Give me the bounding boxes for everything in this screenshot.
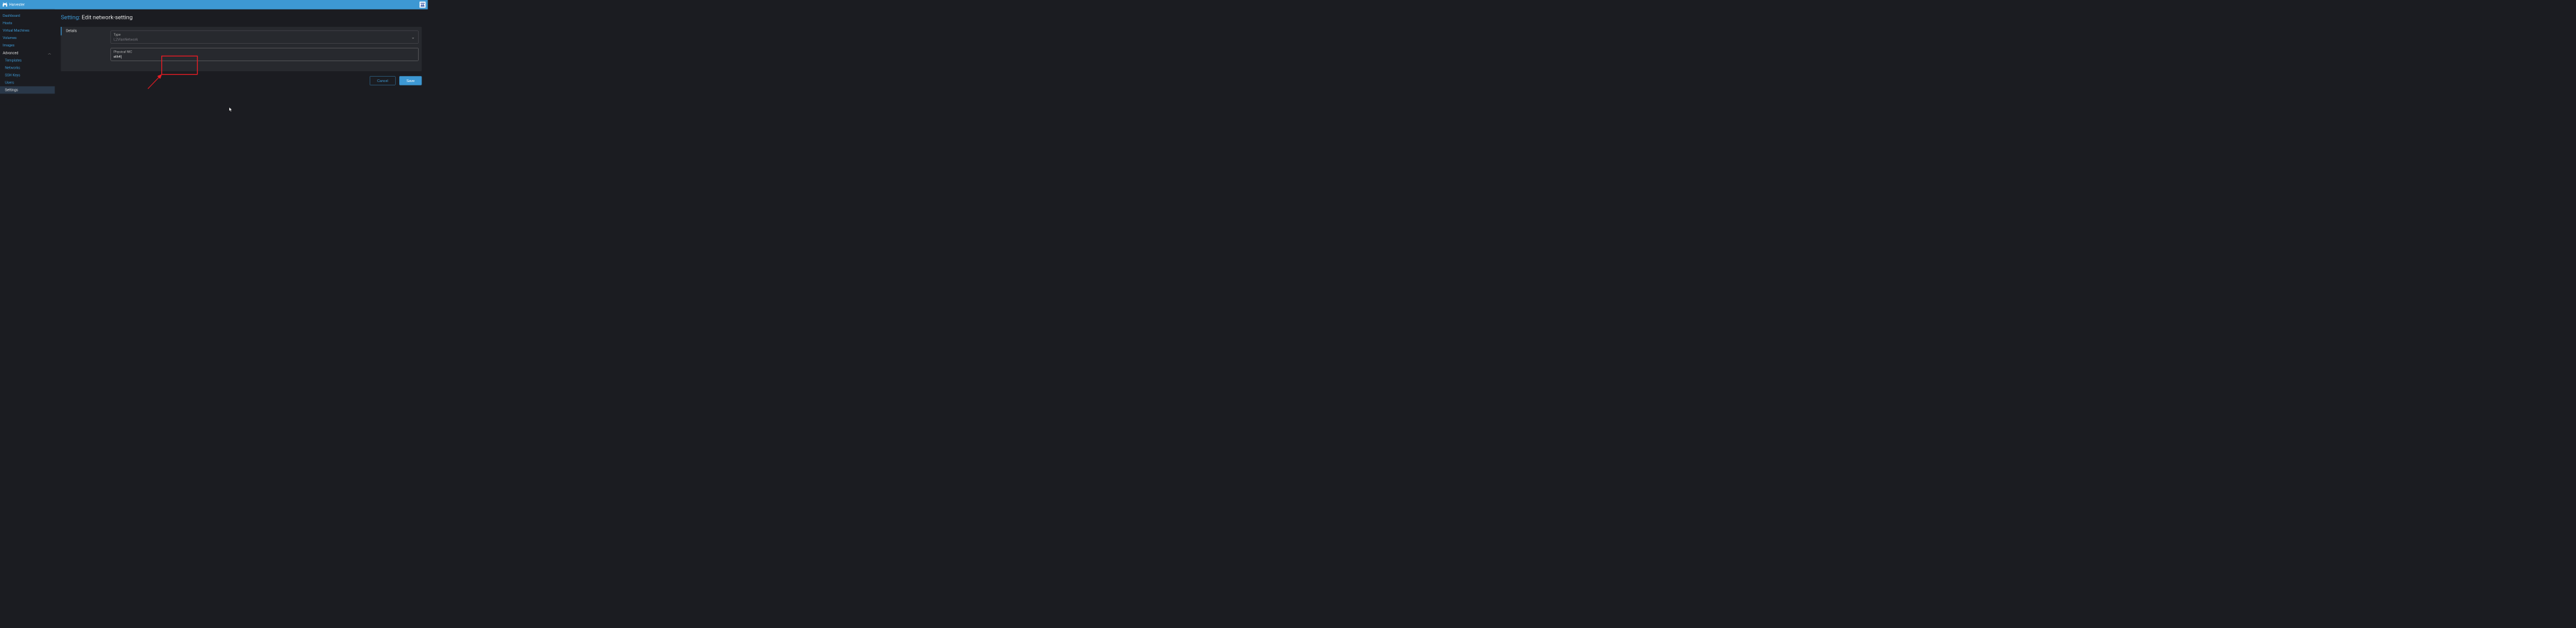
sidebar-item-networks[interactable]: Networks (0, 64, 55, 71)
mouse-cursor-icon (229, 107, 233, 112)
type-value: L2VlanNetwork (114, 38, 138, 42)
sidebar-item-images[interactable]: Images (0, 42, 55, 49)
details-section: Details Type L2VlanNetwork ⌄ Physical NI… (60, 27, 421, 71)
user-avatar-icon[interactable] (419, 1, 425, 7)
harvester-logo-icon (2, 2, 7, 7)
app-title: Harvester (9, 3, 25, 7)
sidebar-item-hosts[interactable]: Hosts (0, 19, 55, 27)
main-content: Setting: Edit network-setting Details Ty… (55, 9, 428, 104)
chevron-down-icon: ⌄ (411, 34, 415, 40)
heading-title: Edit network-setting (81, 14, 132, 21)
cancel-button[interactable]: Cancel (370, 76, 395, 85)
sidebar-item-label: Advanced (3, 51, 18, 55)
button-row: Cancel Save (60, 76, 421, 85)
chevron-up-icon: ︿ (48, 50, 50, 55)
type-label: Type (114, 32, 415, 36)
sidebar-item-users[interactable]: Users (0, 79, 55, 86)
sidebar-item-advanced[interactable]: Advanced ︿ (0, 49, 55, 56)
page-heading: Setting: Edit network-setting (60, 14, 421, 21)
sidebar-item-templates[interactable]: Templates (0, 56, 55, 64)
nic-label: Physical NIC (114, 50, 415, 54)
tab-details[interactable]: Details (60, 27, 107, 36)
tab-column: Details (60, 27, 107, 71)
sidebar-item-settings[interactable]: Settings (0, 86, 55, 93)
sidebar-item-virtual-machines[interactable]: Virtual Machines (0, 27, 55, 34)
type-select[interactable]: Type L2VlanNetwork ⌄ (111, 31, 419, 44)
form-column: Type L2VlanNetwork ⌄ Physical NIC eth4 (108, 27, 422, 71)
logo-section: Harvester (2, 2, 25, 7)
sidebar: Dashboard Hosts Virtual Machines Volumes… (0, 9, 55, 104)
heading-prefix: Setting: (60, 14, 80, 21)
sidebar-item-volumes[interactable]: Volumes (0, 34, 55, 42)
top-bar: Harvester (0, 0, 428, 9)
save-button[interactable]: Save (399, 76, 421, 85)
physical-nic-input[interactable]: Physical NIC eth4 (111, 48, 419, 61)
nic-value: eth4 (114, 55, 121, 59)
sidebar-item-dashboard[interactable]: Dashboard (0, 12, 55, 19)
sidebar-item-ssh-keys[interactable]: SSH Keys (0, 71, 55, 79)
